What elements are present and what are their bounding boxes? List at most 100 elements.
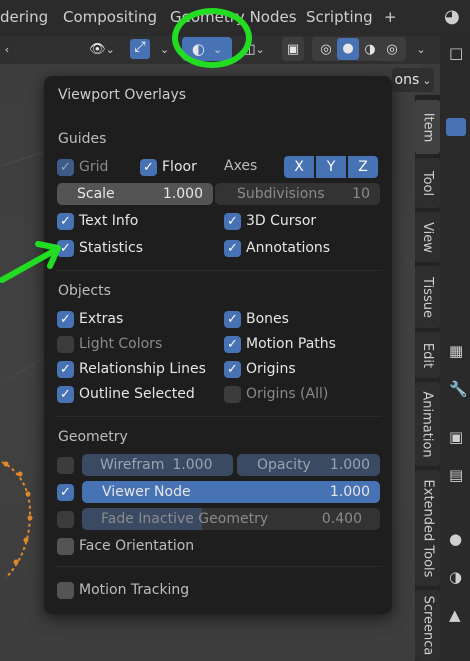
checkmark-icon: ✓	[224, 239, 241, 257]
wireframe-field[interactable]: Wirefram 1.000	[82, 454, 233, 476]
visibility-toggle[interactable]: 👁 ⌄	[82, 37, 122, 61]
toggle-xray-button[interactable]: ▣	[282, 37, 304, 61]
material-shading-icon[interactable]: ◑	[359, 42, 381, 57]
object-data-icon[interactable]: ▲	[449, 606, 467, 624]
tool-icon[interactable]: ▦	[449, 342, 467, 360]
statistics-checkbox[interactable]: ✓ Statistics	[57, 238, 143, 258]
checkbox-box	[224, 385, 241, 403]
viewer-node-label: Viewer Node	[102, 484, 191, 500]
selected-curve-object[interactable]	[0, 440, 44, 590]
chevron-down-icon: ⌄	[422, 73, 432, 87]
options-dropdown[interactable]: ons ⌄	[392, 68, 434, 92]
opacity-field[interactable]: Opacity 1.000	[237, 454, 380, 476]
checkmark-icon: ✓	[57, 483, 74, 501]
wrench-icon[interactable]: 🔧	[449, 380, 468, 398]
checkbox-box	[57, 581, 74, 599]
add-workspace-button[interactable]: +	[384, 8, 397, 26]
checkmark-icon: ✓	[57, 385, 74, 403]
gizmo-toggle[interactable]: ⤢ ⌄	[127, 37, 172, 61]
divider	[56, 270, 382, 271]
viewer-node-checkbox[interactable]: ✓	[57, 482, 74, 502]
tab-item[interactable]: Item	[415, 100, 440, 154]
arrow-annotation-icon	[0, 241, 61, 283]
axis-x-toggle[interactable]: X	[284, 156, 314, 178]
guides-section-label: Guides	[58, 131, 107, 147]
shading-options-button[interactable]: ⌄	[410, 37, 432, 61]
light-colors-checkbox[interactable]: Light Colors	[57, 334, 162, 354]
scale-value: 1.000	[162, 186, 203, 202]
image-icon[interactable]: ▤	[449, 466, 467, 484]
scene-icon[interactable]: ◕	[444, 6, 460, 27]
checkmark-icon: ✓	[57, 360, 74, 378]
tab-rendering[interactable]: dering	[0, 8, 48, 26]
shading-modes: ◎ ● ◑ ◎	[312, 37, 406, 61]
fade-inactive-checkbox[interactable]	[57, 509, 74, 529]
options-label: ons	[394, 72, 420, 88]
chevron-down-icon: ⌄	[159, 42, 170, 56]
gizmo-icon: ⤢	[130, 39, 150, 59]
tab-screencast[interactable]: Screenca	[415, 590, 440, 661]
popover-title: Viewport Overlays	[58, 87, 187, 103]
viewer-node-value: 1.000	[329, 484, 370, 500]
scale-field[interactable]: Scale 1.000	[57, 183, 213, 205]
motion-paths-checkbox[interactable]: ✓ Motion Paths	[224, 334, 336, 354]
subdivisions-value: 10	[352, 186, 370, 202]
subdivisions-field[interactable]: Subdivisions 10	[215, 183, 380, 205]
origins-all-checkbox[interactable]: Origins (All)	[224, 384, 328, 404]
3d-cursor-checkbox[interactable]: ✓ 3D Cursor	[224, 211, 316, 231]
rendered-shading-icon[interactable]: ◎	[381, 42, 403, 57]
fade-inactive-field[interactable]: Fade Inactive Geometry 0.400	[82, 508, 380, 530]
annotations-checkbox[interactable]: ✓ Annotations	[224, 238, 330, 258]
checkmark-icon: ✓	[224, 212, 241, 230]
face-orientation-checkbox[interactable]: Face Orientation	[57, 536, 194, 556]
solid-shading-icon[interactable]: ●	[337, 38, 359, 60]
checkmark-icon: ✓	[224, 310, 241, 328]
grid-checkbox[interactable]: ✓ Grid	[57, 157, 108, 177]
camera-icon[interactable]: ▣	[449, 428, 467, 446]
tab-tool[interactable]: Tool	[415, 158, 440, 208]
divider	[56, 416, 382, 417]
tab-view[interactable]: View	[415, 212, 440, 262]
highlight-circle-annotation	[172, 8, 252, 68]
wireframe-checkbox[interactable]	[57, 455, 74, 475]
motion-tracking-checkbox[interactable]: Motion Tracking	[57, 580, 189, 600]
header-left-control[interactable]: ‹	[0, 37, 14, 61]
fade-label: Fade Inactive Geometry	[101, 511, 269, 527]
relationship-lines-checkbox[interactable]: ✓ Relationship Lines	[57, 359, 206, 379]
axes-label: Axes	[224, 158, 258, 174]
fade-value: 0.400	[321, 511, 362, 527]
checkmark-icon: ✓	[224, 335, 241, 353]
tab-extended-tools[interactable]: Extended Tools	[415, 470, 440, 586]
text-info-checkbox[interactable]: ✓ Text Info	[57, 211, 138, 231]
chevron-down-icon: ⌄	[105, 42, 115, 56]
axis-y-toggle[interactable]: Y	[316, 156, 346, 178]
extras-checkbox[interactable]: ✓ Extras	[57, 309, 123, 329]
floor-checkbox[interactable]: ✓ Floor	[140, 157, 197, 177]
tab-edit[interactable]: Edit	[415, 332, 440, 378]
checkmark-icon: ✓	[140, 158, 157, 176]
tab-tissue[interactable]: Tissue	[415, 266, 440, 328]
checkbox-box	[57, 335, 74, 353]
shading-icon[interactable]: ●	[449, 530, 467, 548]
world-icon[interactable]: ◑	[449, 568, 467, 586]
checkbox-box	[57, 456, 74, 474]
checkmark-icon: ✓	[57, 158, 74, 176]
checkbox-box	[57, 510, 74, 528]
tab-scripting[interactable]: Scripting	[306, 8, 373, 26]
add-icon[interactable]: □	[449, 44, 467, 62]
wireframe-shading-icon[interactable]: ◎	[315, 42, 337, 57]
tab-compositing[interactable]: Compositing	[63, 8, 157, 26]
wireframe-value: 1.000	[172, 457, 213, 473]
tab-animation[interactable]: Animation	[415, 382, 440, 466]
selected-transform-icon[interactable]	[446, 118, 466, 136]
viewer-node-field[interactable]: Viewer Node 1.000	[82, 481, 380, 503]
scale-label: Scale	[77, 186, 115, 202]
bones-checkbox[interactable]: ✓ Bones	[224, 309, 289, 329]
origins-checkbox[interactable]: ✓ Origins	[224, 359, 296, 379]
checkmark-icon: ✓	[224, 360, 241, 378]
axis-z-toggle[interactable]: Z	[348, 156, 378, 178]
objects-section-label: Objects	[58, 283, 111, 299]
outline-selected-checkbox[interactable]: ✓ Outline Selected	[57, 384, 195, 404]
eye-icon: 👁	[89, 41, 106, 57]
wireframe-label: Wirefram	[100, 457, 165, 473]
